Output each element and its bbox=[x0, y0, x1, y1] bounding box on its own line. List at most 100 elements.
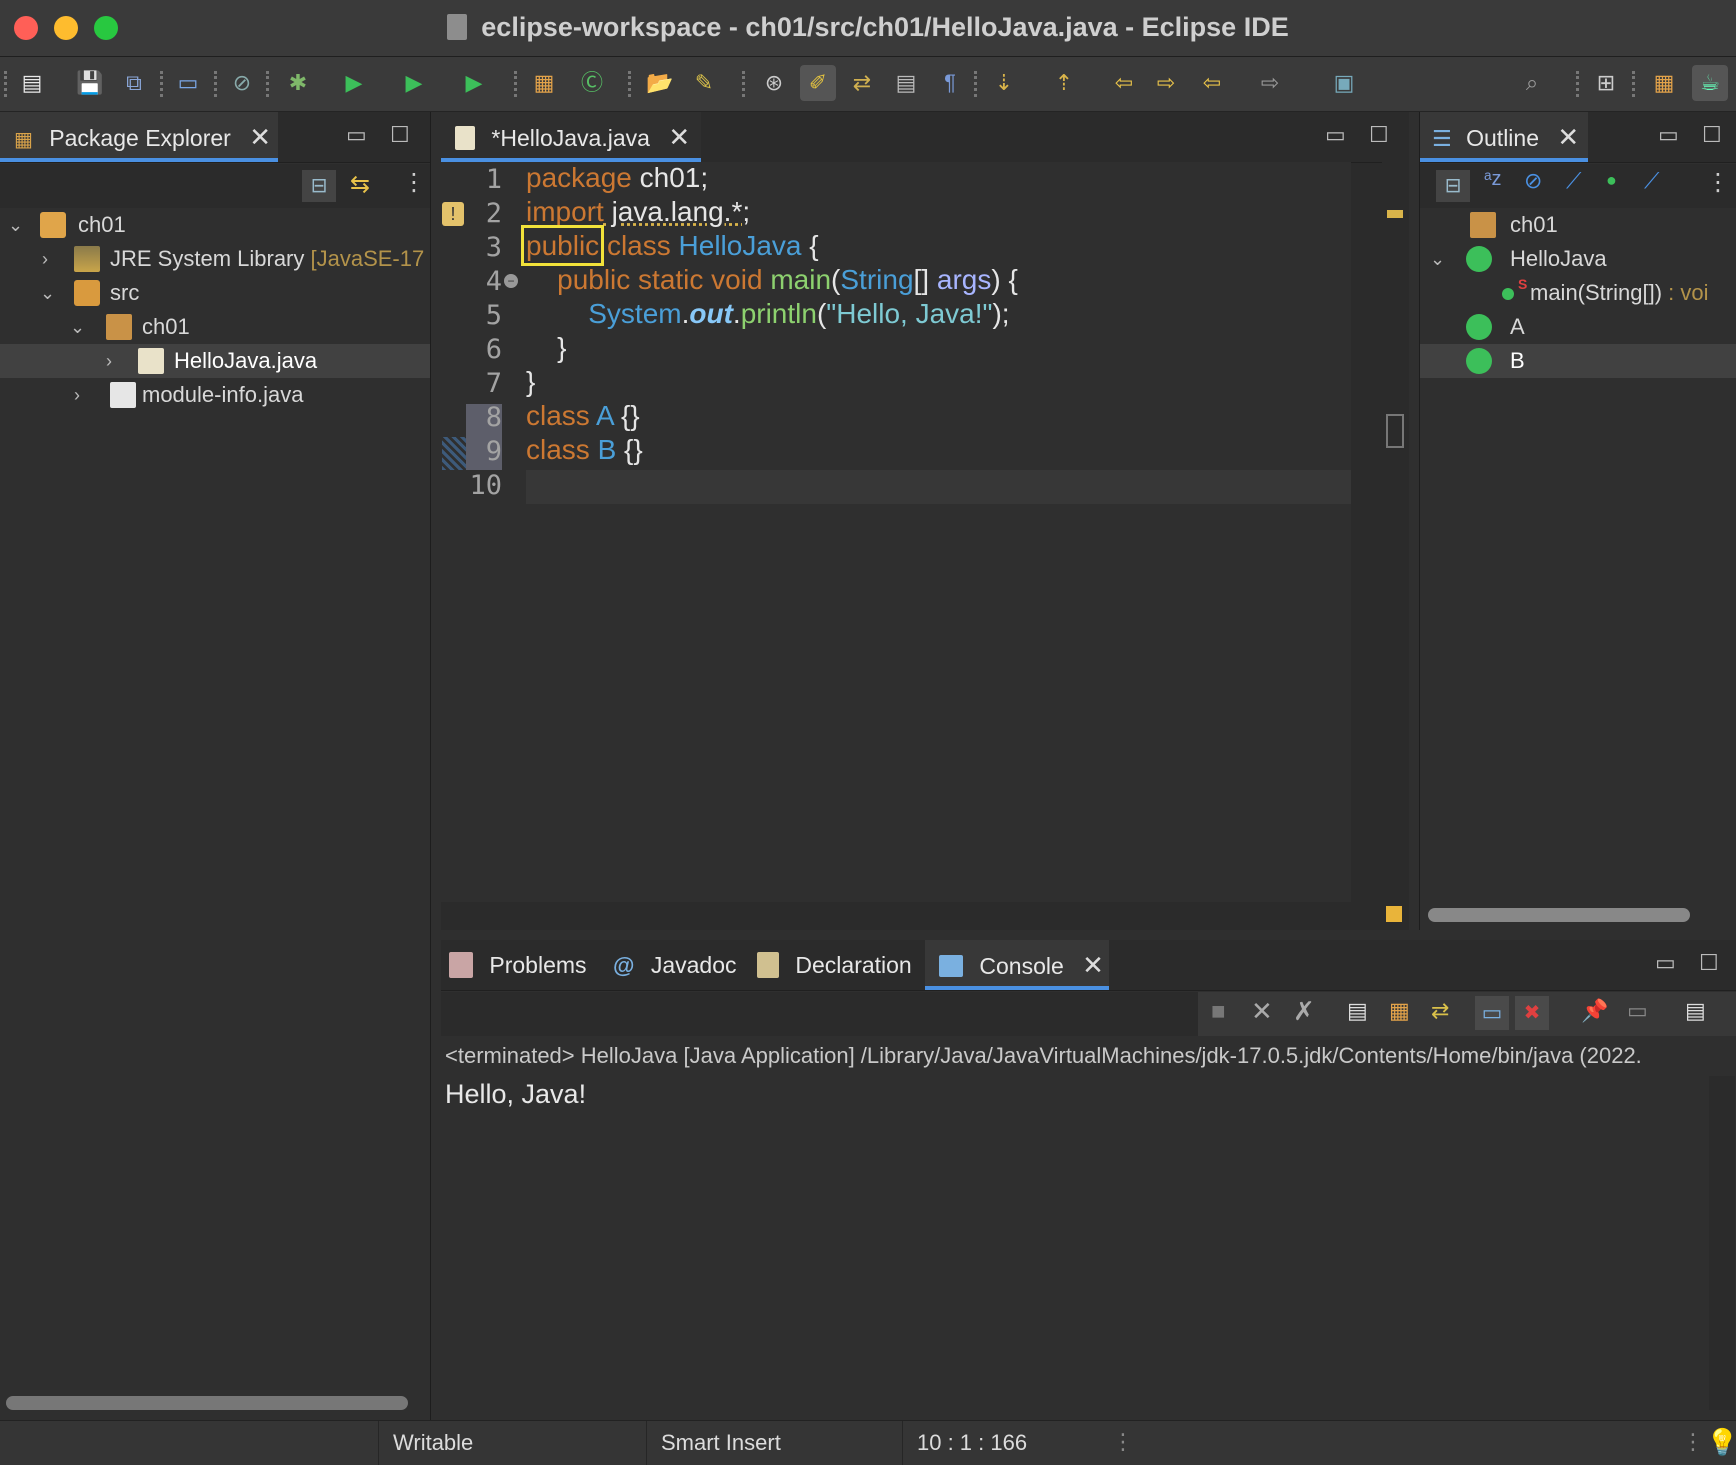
pilcrow-icon[interactable]: ¶ bbox=[936, 69, 964, 97]
hide-local-types-icon[interactable]: ⟋ bbox=[1644, 168, 1659, 194]
remove-all-terminated-icon[interactable]: ✗ bbox=[1293, 996, 1315, 1027]
link-with-editor-icon[interactable]: ⇆ bbox=[350, 170, 370, 199]
open-type-icon[interactable]: 📂 bbox=[646, 69, 674, 97]
display-console-icon[interactable]: ▭ bbox=[1627, 998, 1648, 1024]
tab-problems[interactable]: Problems bbox=[449, 940, 587, 990]
show-on-error-icon[interactable]: ✖ bbox=[1515, 996, 1549, 1030]
open-perspective-icon[interactable]: ⊞ bbox=[1592, 69, 1620, 97]
overview-marker[interactable] bbox=[1386, 906, 1402, 922]
outline-horizontal-scrollbar[interactable] bbox=[1428, 908, 1690, 922]
mark-occurrences-icon[interactable]: ⊛ bbox=[760, 69, 788, 97]
java-ee-perspective-icon[interactable]: ▦ bbox=[1650, 69, 1678, 97]
scroll-thumb[interactable] bbox=[1386, 414, 1404, 448]
new-icon[interactable]: ▤ bbox=[18, 69, 46, 97]
maximize-icon[interactable]: ☐ bbox=[1369, 122, 1389, 148]
close-icon[interactable]: ✕ bbox=[249, 112, 271, 162]
tab-hellojava[interactable]: *HelloJava.java ✕ bbox=[441, 112, 701, 162]
pin-console-icon[interactable]: 📌 bbox=[1581, 998, 1608, 1024]
collapse-all-icon[interactable]: ⊟ bbox=[302, 170, 336, 202]
tip-lightbulb-icon[interactable]: 💡 bbox=[1706, 1427, 1736, 1458]
collapse-all-icon[interactable]: ⊟ bbox=[1436, 170, 1470, 202]
tree-item-project[interactable]: ⌄ ch01 bbox=[0, 208, 430, 242]
view-menu-icon[interactable]: ⋮ bbox=[1706, 168, 1730, 197]
search-tool-icon[interactable]: ✎ bbox=[690, 69, 718, 97]
java-perspective-icon[interactable]: ☕ bbox=[1692, 65, 1728, 101]
hide-nonpublic-icon[interactable]: ● bbox=[1606, 170, 1617, 191]
maximize-icon[interactable]: ☐ bbox=[390, 122, 410, 148]
view-menu-icon[interactable]: ⋮ bbox=[402, 168, 426, 197]
outline-item-hellojava[interactable]: ⌄ HelloJava bbox=[1420, 242, 1736, 276]
highlight-icon[interactable]: ✐ bbox=[800, 65, 836, 101]
horizontal-scrollbar[interactable] bbox=[6, 1396, 408, 1410]
maximize-icon[interactable]: ☐ bbox=[1699, 950, 1719, 976]
tree-item-jre-library[interactable]: › JRE System Library [JavaSE-17 bbox=[0, 242, 430, 276]
new-package-icon[interactable]: ▦ bbox=[530, 69, 558, 97]
pin-editor-icon[interactable]: ▣ bbox=[1330, 69, 1358, 97]
editor-horizontal-scroll[interactable] bbox=[522, 902, 1352, 928]
toggle-block-icon[interactable]: ⇄ bbox=[848, 69, 876, 97]
maximize-icon[interactable]: ☐ bbox=[1702, 122, 1722, 148]
outline-item-b[interactable]: B bbox=[1420, 344, 1736, 378]
forward-edit-icon[interactable]: ⇨ bbox=[1152, 69, 1180, 97]
scroll-lock-icon[interactable]: ▦ bbox=[1389, 998, 1410, 1024]
warning-marker[interactable] bbox=[1387, 210, 1403, 218]
tree-item-module-info[interactable]: › module-info.java bbox=[0, 378, 430, 412]
tab-console[interactable]: Console ✕ bbox=[925, 940, 1109, 990]
last-edit-icon[interactable]: ⇦ bbox=[1110, 69, 1138, 97]
open-console-icon[interactable]: ▤ bbox=[1685, 998, 1706, 1024]
minimize-icon[interactable]: ▭ bbox=[1325, 122, 1346, 148]
minimize-icon[interactable]: ▭ bbox=[346, 122, 367, 148]
minimize-icon[interactable]: ▭ bbox=[1655, 950, 1676, 976]
save-icon[interactable]: 💾 bbox=[76, 69, 104, 97]
minimize-icon[interactable]: ▭ bbox=[1658, 122, 1679, 148]
new-class-icon[interactable]: Ⓒ bbox=[578, 69, 606, 97]
debug-icon[interactable]: ✱ bbox=[284, 69, 312, 97]
terminal-icon[interactable]: ▭ bbox=[174, 69, 202, 97]
hide-fields-icon[interactable]: ⊘ bbox=[1524, 168, 1542, 194]
chevron-right-icon[interactable]: › bbox=[42, 242, 48, 276]
back-arrow-icon[interactable]: ⇦ bbox=[1198, 69, 1226, 97]
external-tools-icon[interactable]: ▶ bbox=[460, 69, 488, 97]
terminate-icon[interactable]: ■ bbox=[1211, 998, 1226, 1026]
tab-declaration[interactable]: Declaration bbox=[757, 940, 912, 990]
skip-breakpoints-icon[interactable]: ⊘ bbox=[228, 69, 256, 97]
outline-item-main[interactable]: S main(String[]) : voi bbox=[1420, 276, 1736, 310]
outline-item-package[interactable]: ch01 bbox=[1420, 208, 1736, 242]
chevron-down-icon[interactable]: ⌄ bbox=[40, 276, 55, 310]
show-on-output-icon[interactable]: ▭ bbox=[1475, 996, 1509, 1030]
fold-icon[interactable]: − bbox=[504, 274, 518, 288]
outline-item-a[interactable]: A bbox=[1420, 310, 1736, 344]
chevron-down-icon[interactable]: ⌄ bbox=[8, 208, 23, 242]
save-all-icon[interactable]: ⧉ bbox=[120, 69, 148, 97]
coverage-icon[interactable]: ▶ bbox=[400, 69, 428, 97]
code-line-6: } bbox=[526, 332, 567, 363]
tree-item-src[interactable]: ⌄ src bbox=[0, 276, 430, 310]
console-output-area[interactable]: Hello, Java! bbox=[445, 1072, 1705, 1408]
tab-outline[interactable]: ☰ Outline ✕ bbox=[1420, 112, 1588, 162]
hide-static-icon[interactable]: ⟋ bbox=[1566, 168, 1581, 194]
chevron-down-icon[interactable]: ⌄ bbox=[1430, 242, 1445, 276]
chevron-down-icon[interactable]: ⌄ bbox=[70, 310, 85, 344]
remove-launch-icon[interactable]: ✕ bbox=[1251, 996, 1273, 1027]
close-icon[interactable]: ✕ bbox=[1557, 112, 1579, 162]
chevron-right-icon[interactable]: › bbox=[106, 344, 112, 378]
tree-item-hellojava[interactable]: › HelloJava.java bbox=[0, 344, 430, 378]
overview-ruler[interactable] bbox=[1382, 162, 1409, 922]
next-annotation-icon[interactable]: ⇣ bbox=[990, 69, 1018, 97]
run-icon[interactable]: ▶ bbox=[340, 69, 368, 97]
tree-item-package[interactable]: ⌄ ch01 bbox=[0, 310, 430, 344]
chevron-right-icon[interactable]: › bbox=[74, 378, 80, 412]
close-icon[interactable]: ✕ bbox=[1082, 940, 1104, 990]
show-whitespace-icon[interactable]: ▤ bbox=[892, 69, 920, 97]
forward-arrow-icon[interactable]: ⇨ bbox=[1256, 69, 1284, 97]
search-icon[interactable]: ⌕ bbox=[1518, 69, 1546, 97]
tab-package-explorer[interactable]: ▦ Package Explorer ✕ bbox=[0, 112, 278, 162]
close-icon[interactable]: ✕ bbox=[668, 112, 690, 162]
sort-icon[interactable]: ᵃz bbox=[1484, 168, 1501, 191]
tab-javadoc[interactable]: @ Javadoc bbox=[613, 940, 737, 990]
console-vertical-scrollbar[interactable] bbox=[1709, 1076, 1735, 1410]
previous-annotation-icon[interactable]: ⇡ bbox=[1050, 69, 1078, 97]
package-icon bbox=[106, 314, 132, 340]
word-wrap-icon[interactable]: ⇄ bbox=[1431, 998, 1449, 1024]
clear-console-icon[interactable]: ▤ bbox=[1347, 998, 1368, 1024]
